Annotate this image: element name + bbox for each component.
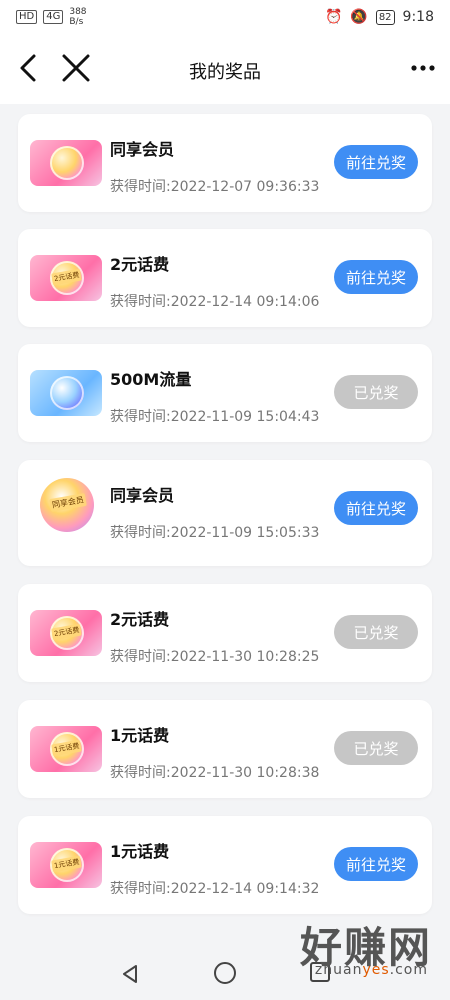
prize-name: 同享会员 [110,140,175,159]
silent-icon: 🔕 [350,9,368,25]
prize-time: 获得时间:2022-11-30 10:28:38 [110,765,320,781]
prize-time: 获得时间:2022-12-14 09:14:32 [110,881,320,897]
prize-thumbnail [30,140,102,186]
triangle-back-icon[interactable] [118,962,142,986]
more-horizontal-icon[interactable] [410,58,436,78]
prize-card: 500M流量 获得时间:2022-11-09 15:04:43 已兑奖 [18,344,432,442]
hd-badge: HD [16,10,38,24]
prize-ball-icon [50,376,84,410]
prize-card: 同享会员 获得时间:2022-12-07 09:36:33 前往兑奖 [18,114,432,212]
redeemed-button[interactable]: 已兑奖 [334,615,418,649]
prize-card: 1元话费 1元话费 获得时间:2022-11-30 10:28:38 已兑奖 [18,700,432,798]
watermark-url-prefix: zhuan [314,962,363,978]
prize-name: 2元话费 [110,255,170,274]
net-speed: 388 B/s [69,7,87,27]
redeemed-button[interactable]: 已兑奖 [334,731,418,765]
redeem-button[interactable]: 前往兑奖 [334,145,418,179]
prize-card: 同享会员 同享会员 获得时间:2022-11-09 15:05:33 前往兑奖 [18,460,432,566]
prize-name: 1元话费 [110,842,170,861]
prize-card: 2元话费 2元话费 获得时间:2022-12-14 09:14:06 前往兑奖 [18,229,432,327]
prize-thumbnail: 同享会员 [40,478,94,532]
status-left: HD 4G 388 B/s [16,7,87,27]
prize-thumbnail [30,370,102,416]
header-bar: 我的奖品 [0,34,450,104]
prize-card: 2元话费 2元话费 获得时间:2022-11-30 10:28:25 已兑奖 [18,584,432,682]
watermark-url-suffix: .com [389,962,428,978]
status-bar: HD 4G 388 B/s ⏰ 🔕 82 9:18 [0,0,450,34]
redeem-button[interactable]: 前往兑奖 [334,491,418,525]
prize-time: 获得时间:2022-12-07 09:36:33 [110,179,320,195]
page-title: 我的奖品 [189,62,261,83]
prize-name: 2元话费 [110,610,170,629]
prize-tag: 同享会员 [49,492,87,513]
battery-indicator: 82 [375,9,395,25]
redeemed-button[interactable]: 已兑奖 [334,375,418,409]
prize-time: 获得时间:2022-12-14 09:14:06 [110,294,320,310]
prize-thumbnail: 1元话费 [30,726,102,772]
prize-name: 同享会员 [110,486,175,505]
status-time: 9:18 [402,9,434,25]
watermark: 好赚网 zhuanyes.com [232,914,432,986]
status-right: ⏰ 🔕 82 9:18 [325,9,434,25]
prize-time: 获得时间:2022-11-09 15:04:43 [110,409,320,425]
network-badge: 4G [43,10,64,24]
prize-thumbnail: 1元话费 [30,842,102,888]
prize-time: 获得时间:2022-11-30 10:28:25 [110,649,320,665]
alarm-icon: ⏰ [324,9,343,25]
prize-thumbnail: 2元话费 [30,255,102,301]
prize-ball-icon [50,146,84,180]
prize-card: 1元话费 1元话费 获得时间:2022-12-14 09:14:32 前往兑奖 [18,816,432,914]
watermark-url-highlight: yes [362,962,390,978]
redeem-button[interactable]: 前往兑奖 [334,847,418,881]
prize-thumbnail: 2元话费 [30,610,102,656]
redeem-button[interactable]: 前往兑奖 [334,260,418,294]
prize-name: 1元话费 [110,726,170,745]
prize-name: 500M流量 [110,370,192,389]
watermark-url: zhuanyes.com [315,962,428,978]
prize-time: 获得时间:2022-11-09 15:05:33 [110,525,320,541]
